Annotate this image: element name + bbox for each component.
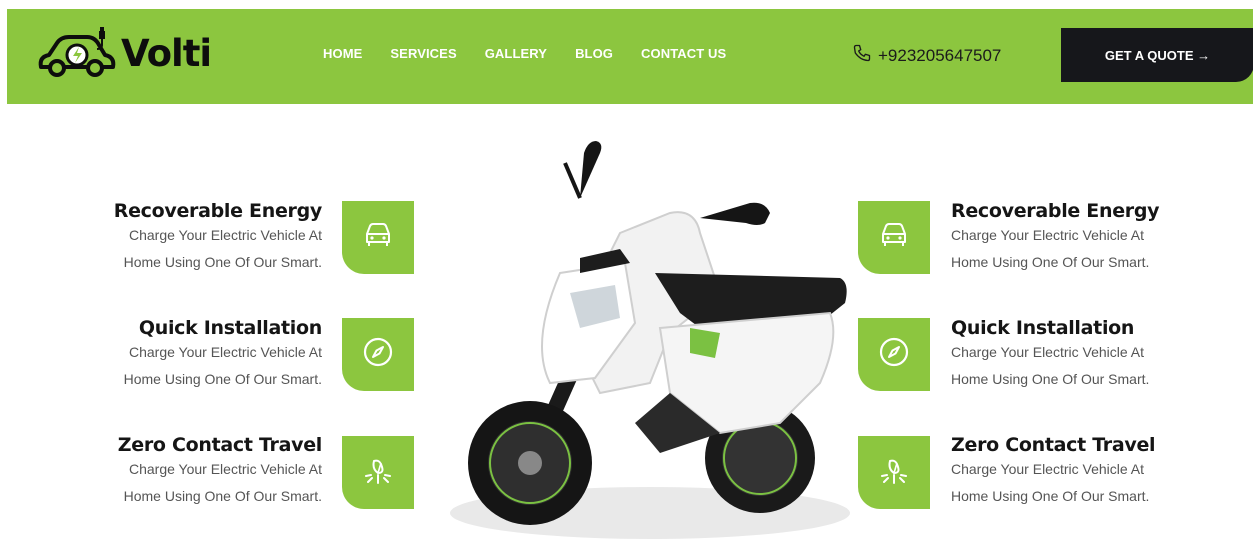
car-icon — [879, 222, 909, 253]
feature-left-3: Zero Contact Travel Charge Your Electric… — [0, 434, 323, 510]
feature-right-2: Quick Installation Charge Your Electric … — [951, 317, 1241, 393]
car-icon — [363, 222, 393, 253]
feature-line1: Charge Your Electric Vehicle At — [128, 344, 322, 360]
feature-title: Recoverable Energy — [113, 200, 323, 222]
feature-line1: Charge Your Electric Vehicle At — [951, 344, 1145, 360]
feature-title: Recoverable Energy — [951, 200, 1160, 222]
phone-number: +923205647507 — [878, 45, 1002, 65]
feature-badge-left-2 — [342, 318, 414, 391]
brand-logo[interactable]: Volti — [35, 27, 212, 79]
feature-line2: Home Using One Of Our Smart. — [951, 254, 1150, 270]
feature-badge-left-3 — [342, 436, 414, 509]
nav-services[interactable]: SERVICES — [390, 46, 456, 61]
phone-icon — [852, 43, 872, 68]
feature-title: Quick Installation — [951, 317, 1135, 339]
main-nav: HOME SERVICES GALLERY BLOG CONTACT US — [323, 46, 754, 61]
nav-contact-us[interactable]: CONTACT US — [641, 46, 726, 61]
get-a-quote-button[interactable]: GET A QUOTE → — [1061, 28, 1253, 82]
feature-left-1: Recoverable Energy Charge Your Electric … — [0, 200, 323, 276]
feature-line2: Home Using One Of Our Smart. — [951, 488, 1150, 504]
nav-home[interactable]: HOME — [323, 46, 362, 61]
compass-icon — [362, 336, 394, 373]
feature-line2: Home Using One Of Our Smart. — [123, 488, 322, 504]
feature-line1: Charge Your Electric Vehicle At — [128, 227, 322, 243]
feature-badge-right-1 — [858, 201, 930, 274]
compass-icon — [878, 336, 910, 373]
feature-right-3: Zero Contact Travel Charge Your Electric… — [951, 434, 1241, 510]
feature-title: Zero Contact Travel — [951, 434, 1156, 456]
electric-scooter-image — [420, 123, 860, 545]
feature-right-1: Recoverable Energy Charge Your Electric … — [951, 200, 1241, 276]
header-bar: Volti HOME SERVICES GALLERY BLOG CONTACT… — [7, 9, 1253, 104]
feature-badge-right-3 — [858, 436, 930, 509]
feature-badge-right-2 — [858, 318, 930, 391]
feature-left-2: Quick Installation Charge Your Electric … — [0, 317, 323, 393]
electric-car-plug-icon — [35, 27, 119, 79]
feature-line2: Home Using One Of Our Smart. — [123, 254, 322, 270]
feature-badge-left-1 — [342, 201, 414, 274]
feature-line2: Home Using One Of Our Smart. — [951, 371, 1150, 387]
feature-line1: Charge Your Electric Vehicle At — [128, 461, 322, 477]
feature-title: Quick Installation — [138, 317, 322, 339]
feature-line1: Charge Your Electric Vehicle At — [951, 227, 1145, 243]
nav-blog[interactable]: BLOG — [575, 46, 613, 61]
nav-gallery[interactable]: GALLERY — [485, 46, 547, 61]
brand-name: Volti — [121, 31, 212, 75]
leaf-sprout-icon — [362, 453, 394, 492]
feature-line1: Charge Your Electric Vehicle At — [951, 461, 1145, 477]
feature-line2: Home Using One Of Our Smart. — [123, 371, 322, 387]
phone-contact[interactable]: +923205647507 — [852, 43, 1001, 68]
feature-title: Zero Contact Travel — [117, 434, 323, 456]
leaf-sprout-icon — [878, 453, 910, 492]
